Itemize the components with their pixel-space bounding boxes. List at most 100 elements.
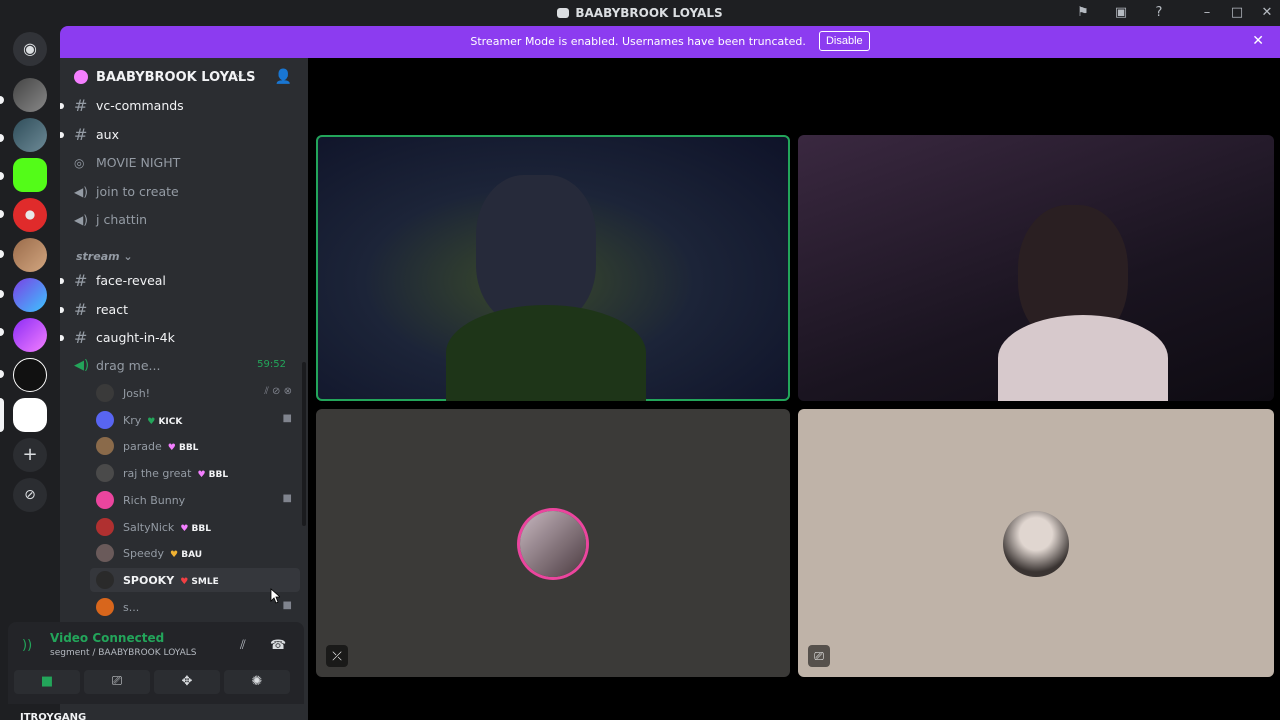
voice-user[interactable]: SPOOKY ♥ SMLE xyxy=(90,567,300,592)
help-icon[interactable]: ? xyxy=(1150,4,1168,22)
server-icon-gewin[interactable] xyxy=(13,358,47,392)
activities-icon: ✥ xyxy=(181,674,193,689)
server-icon-mushroom[interactable] xyxy=(13,198,47,232)
video-tile-2[interactable] xyxy=(798,135,1274,401)
unread-dot xyxy=(60,103,64,109)
webcam-shirt xyxy=(446,305,646,401)
add-server-icon[interactable]: + xyxy=(13,438,47,472)
avatar xyxy=(96,570,114,589)
discover-icon[interactable]: ⊘ xyxy=(13,478,47,512)
voice-user[interactable]: Josh! ⫽ ⊘ ⊗ xyxy=(90,381,300,405)
avatar xyxy=(96,384,114,402)
noise-suppression-icon[interactable]: ⫽ xyxy=(240,638,246,653)
tag-badge-icon: ♥ xyxy=(167,443,179,454)
voice-location[interactable]: segment / BAABYBROOK LOYALS xyxy=(50,648,196,658)
flag-icon[interactable]: ⚑ xyxy=(1074,4,1092,22)
unread-pip xyxy=(0,250,4,258)
channel-label: react xyxy=(96,301,128,317)
minimize-icon[interactable]: – xyxy=(1198,4,1216,22)
user-name-text: SaltyNick xyxy=(123,520,175,534)
video-stage: ⤫ ⎚ xyxy=(308,58,1280,720)
server-icon-kick[interactable] xyxy=(13,158,47,192)
unread-pip xyxy=(0,96,4,104)
disable-button[interactable]: Disable xyxy=(818,31,870,51)
sidebar-scrollbar[interactable] xyxy=(302,362,306,526)
disconnect-icon[interactable]: ☎ xyxy=(270,638,286,653)
screen-share-button[interactable]: ⎚ xyxy=(84,670,150,694)
channel-aux[interactable]: # aux xyxy=(60,122,300,148)
invite-people-icon[interactable]: 👤 xyxy=(275,69,292,85)
user-bar-name[interactable]: JTROYGANG xyxy=(20,712,86,720)
camera-icon: ■ xyxy=(282,492,292,504)
server-icon-landscape[interactable] xyxy=(13,118,47,152)
category-stream[interactable]: stream ⌄ xyxy=(76,250,133,263)
tag-text: BBL xyxy=(208,470,229,481)
voice-user-name: SPOOKY ♥ SMLE xyxy=(123,574,219,587)
unread-pip xyxy=(0,290,4,298)
server-icon-animal[interactable] xyxy=(13,238,47,272)
server-icon-cartoon[interactable] xyxy=(13,278,47,312)
voice-user-name: Rich Bunny xyxy=(123,494,185,507)
unread-pip xyxy=(0,370,4,378)
stage-icon: ◎ xyxy=(74,156,85,170)
server-icon-car[interactable] xyxy=(13,78,47,112)
unread-pip xyxy=(0,134,4,142)
video-tile-1[interactable] xyxy=(316,135,790,401)
channel-movie-night[interactable]: ◎ MOVIE NIGHT xyxy=(68,150,300,176)
guild-header[interactable]: BAABYBROOK LOYALS ⌵ 👤 xyxy=(60,58,308,98)
speaker-icon: ◀) xyxy=(74,184,88,199)
video-tile-4[interactable]: ⎚ xyxy=(798,409,1274,677)
webcam-top xyxy=(998,315,1168,401)
activities-button[interactable]: ✥ xyxy=(154,670,220,694)
tag-text: BBL xyxy=(178,443,199,454)
participant-avatar xyxy=(520,511,586,577)
voice-channel-drag-me[interactable]: ◀) drag me... 59:52 xyxy=(68,353,300,379)
soundboard-icon: ✺ xyxy=(251,674,263,689)
tag-badge-icon: ♥ xyxy=(147,416,159,427)
title-bar: BAABYBROOK LOYALS ⚑ ▣ ? – □ ✕ xyxy=(0,0,1280,26)
channel-caught-in-4k[interactable]: # caught-in-4k xyxy=(60,325,300,351)
server-tag: ♥ BBL xyxy=(168,443,199,453)
voice-user-name: Josh! xyxy=(123,387,150,400)
voice-user[interactable]: SaltyNick ♥ BBL xyxy=(90,515,300,539)
signal-icon[interactable]: )) xyxy=(22,638,32,653)
mute-deafen-icons: ⫽ ⊘ ⊗ xyxy=(264,386,292,397)
voice-user[interactable]: s... ■ xyxy=(90,595,300,619)
home-icon[interactable]: ◉ xyxy=(13,32,47,66)
video-tile-3[interactable]: ⤫ xyxy=(316,409,790,677)
server-icon-baabybrook[interactable] xyxy=(13,398,47,432)
server-tag: ♥ BAU xyxy=(170,550,202,560)
hash-icon: # xyxy=(74,124,88,144)
tag-badge-icon: ♥ xyxy=(197,470,209,481)
user-name-text: Speedy xyxy=(123,547,164,561)
channel-sidebar: BAABYBROOK LOYALS ⌵ 👤 # vc-commands # aux ◎ M… xyxy=(60,58,308,720)
channel-face-reveal[interactable]: # face-reveal xyxy=(60,268,300,294)
channel-j-chattin[interactable]: ◀) j chattin xyxy=(68,207,300,233)
voice-user-name: Speedy ♥ BAU xyxy=(123,547,202,560)
screen-icon[interactable]: ▣ xyxy=(1112,4,1130,22)
close-banner-icon[interactable]: ✕ xyxy=(1252,33,1264,49)
voice-user[interactable]: Speedy ♥ BAU xyxy=(90,541,300,565)
voice-user-name: parade ♥ BBL xyxy=(123,440,198,453)
voice-user-name: SaltyNick ♥ BBL xyxy=(123,521,211,534)
avatar xyxy=(96,437,114,456)
voice-user[interactable]: parade ♥ BBL xyxy=(90,434,300,458)
voice-user[interactable]: raj the great ♥ BBL xyxy=(90,461,300,485)
voice-user-name: raj the great ♥ BBL xyxy=(123,467,228,480)
window-title-text: BAABYBROOK LOYALS xyxy=(575,6,723,20)
avatar xyxy=(96,544,114,563)
voice-user[interactable]: Kry ♥ KICK ■ xyxy=(90,408,300,432)
channel-react[interactable]: # react xyxy=(60,297,300,323)
maximize-icon[interactable]: □ xyxy=(1228,4,1246,22)
soundboard-button[interactable]: ✺ xyxy=(224,670,290,694)
server-icon-andii[interactable] xyxy=(13,318,47,352)
user-name-text: Rich Bunny xyxy=(123,493,186,507)
channel-join-to-create[interactable]: ◀) join to create xyxy=(68,179,300,205)
unread-pip xyxy=(0,172,4,180)
unread-dot xyxy=(60,335,64,341)
channel-vc-commands[interactable]: # vc-commands xyxy=(60,93,300,119)
close-icon[interactable]: ✕ xyxy=(1258,4,1276,22)
guild-badge-icon xyxy=(74,70,88,84)
voice-user[interactable]: Rich Bunny ■ xyxy=(90,488,300,512)
camera-button[interactable]: ■ xyxy=(14,670,80,694)
